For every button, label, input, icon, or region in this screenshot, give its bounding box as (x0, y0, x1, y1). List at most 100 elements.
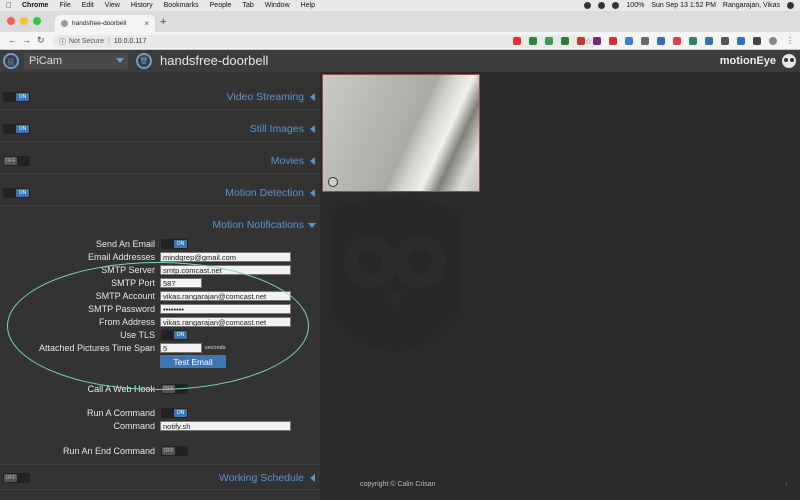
use-tls-toggle[interactable]: ON (161, 330, 188, 340)
status-icon[interactable] (598, 2, 606, 9)
still-images-toggle[interactable]: ON (3, 124, 30, 134)
more-menu-icon[interactable]: ⋮ (786, 37, 794, 45)
extension-icon[interactable] (593, 37, 601, 45)
menu-edit[interactable]: Edit (82, 2, 94, 9)
menu-tab[interactable]: Tab (242, 2, 253, 9)
pictures-span-label: Attached Pictures Time Span (38, 343, 155, 353)
extension-icon[interactable] (529, 37, 537, 45)
camera-select[interactable]: PiCam (24, 53, 128, 69)
test-email-button[interactable]: Test Email (160, 355, 226, 368)
end-command-toggle[interactable]: OFF (161, 446, 188, 456)
menu-people[interactable]: People (210, 2, 232, 9)
settings-menu-button[interactable]: ||| (3, 53, 19, 69)
end-command-label: Run An End Command (62, 446, 155, 456)
motioneye-page: ||| PiCam 🗑 handsfree-doorbell motionEye… (0, 50, 800, 500)
clock[interactable]: Sun Sep 13 1:52 PM (651, 2, 716, 9)
extension-icon[interactable] (625, 37, 633, 45)
working-schedule-toggle[interactable]: OFF (3, 473, 30, 483)
wifi-icon[interactable] (612, 2, 620, 9)
run-command-label: Run A Command (86, 408, 155, 418)
zoom-window-button[interactable] (33, 17, 41, 25)
command-label: Command (113, 421, 155, 431)
os-menubar:  Chrome File Edit View History Bookmark… (0, 0, 800, 11)
smtp-port-field[interactable] (160, 278, 202, 288)
extension-icon[interactable] (641, 37, 649, 45)
smtp-account-field[interactable] (160, 291, 291, 301)
reload-icon[interactable]: ↻ (37, 35, 45, 46)
extensions-puzzle-icon[interactable] (753, 37, 761, 45)
siri-icon[interactable] (787, 2, 794, 9)
section-video-streaming[interactable]: ON Video Streaming (0, 84, 320, 110)
motioneye-logo-icon (782, 54, 796, 68)
scroll-indicator-icon: ↕ (785, 481, 788, 487)
info-icon[interactable]: ⓘ (59, 37, 66, 47)
extension-icon[interactable] (513, 37, 521, 45)
extension-icon[interactable] (609, 37, 617, 45)
minimize-window-button[interactable] (20, 17, 28, 25)
menu-file[interactable]: File (59, 2, 70, 9)
back-icon[interactable]: ← (8, 35, 17, 45)
profile-avatar-icon[interactable] (769, 37, 777, 45)
user-name[interactable]: Rangarajan, Vikas (723, 2, 780, 9)
menu-view[interactable]: View (105, 2, 120, 9)
section-title: Working Schedule (218, 472, 304, 484)
not-secure-label: Not Secure (69, 38, 105, 45)
extension-icon[interactable] (737, 37, 745, 45)
menu-bookmarks[interactable]: Bookmarks (164, 2, 199, 9)
camera-status-icon (328, 177, 338, 187)
extension-icon[interactable] (673, 37, 681, 45)
extension-icon[interactable] (721, 37, 729, 45)
close-tab-icon[interactable]: × (144, 19, 149, 28)
extension-icon[interactable] (689, 37, 697, 45)
menu-window[interactable]: Window (265, 2, 290, 9)
menu-history[interactable]: History (131, 2, 153, 9)
web-hook-label: Call A Web Hook (87, 384, 155, 394)
battery-level[interactable]: 100% (626, 2, 644, 9)
from-address-field[interactable] (160, 317, 291, 327)
section-working-schedule[interactable]: OFF Working Schedule (0, 464, 320, 490)
command-field[interactable] (160, 421, 291, 431)
extension-icon[interactable] (657, 37, 665, 45)
section-motion-detection[interactable]: ON Motion Detection (0, 180, 320, 206)
web-hook-toggle[interactable]: OFF (161, 384, 188, 394)
menu-app[interactable]: Chrome (22, 2, 48, 9)
smtp-server-field[interactable] (160, 265, 291, 275)
section-still-images[interactable]: ON Still Images (0, 116, 320, 142)
apple-icon[interactable]:  (6, 1, 12, 10)
from-address-label: From Address (98, 317, 155, 327)
forward-icon[interactable]: → (22, 35, 31, 45)
collapse-arrow-icon (310, 125, 315, 133)
section-title: Still Images (249, 123, 304, 135)
section-movies[interactable]: OFF Movies (0, 148, 320, 174)
email-addresses-label: Email Addresses (87, 252, 155, 262)
extension-icon[interactable] (577, 37, 585, 45)
camera-frame[interactable] (322, 74, 480, 192)
smtp-password-field[interactable] (160, 304, 291, 314)
bookmark-star-icon[interactable]: ☆ (585, 37, 592, 46)
camera-select-value: PiCam (29, 55, 63, 67)
motion-detection-toggle[interactable]: ON (3, 188, 30, 198)
status-icon[interactable] (584, 2, 592, 9)
menubar-status: 100% Sun Sep 13 1:52 PM Rangarajan, Vika… (584, 0, 794, 11)
menu-help[interactable]: Help (301, 2, 315, 9)
email-addresses-field[interactable] (160, 252, 291, 262)
send-email-toggle[interactable]: ON (161, 239, 188, 249)
close-window-button[interactable] (7, 17, 15, 25)
section-title: Motion Notifications (212, 219, 304, 231)
menu-icon: ||| (7, 56, 15, 66)
extension-icon[interactable] (561, 37, 569, 45)
video-streaming-toggle[interactable]: ON (3, 92, 30, 102)
movies-toggle[interactable]: OFF (3, 156, 30, 166)
chevron-down-icon (116, 58, 124, 63)
pictures-span-field[interactable] (160, 343, 202, 353)
section-motion-notifications[interactable]: Motion Notifications (0, 212, 320, 238)
new-tab-button[interactable]: + (160, 16, 166, 28)
remove-camera-button[interactable]: 🗑 (136, 53, 152, 69)
window-controls (7, 17, 41, 25)
extension-icon[interactable] (545, 37, 553, 45)
owl-watermark-icon (330, 197, 460, 352)
extension-icon[interactable] (705, 37, 713, 45)
browser-tab[interactable]: handsfree-doorbell × (55, 15, 155, 32)
run-command-toggle[interactable]: ON (161, 408, 188, 418)
section-title: Video Streaming (226, 91, 304, 103)
